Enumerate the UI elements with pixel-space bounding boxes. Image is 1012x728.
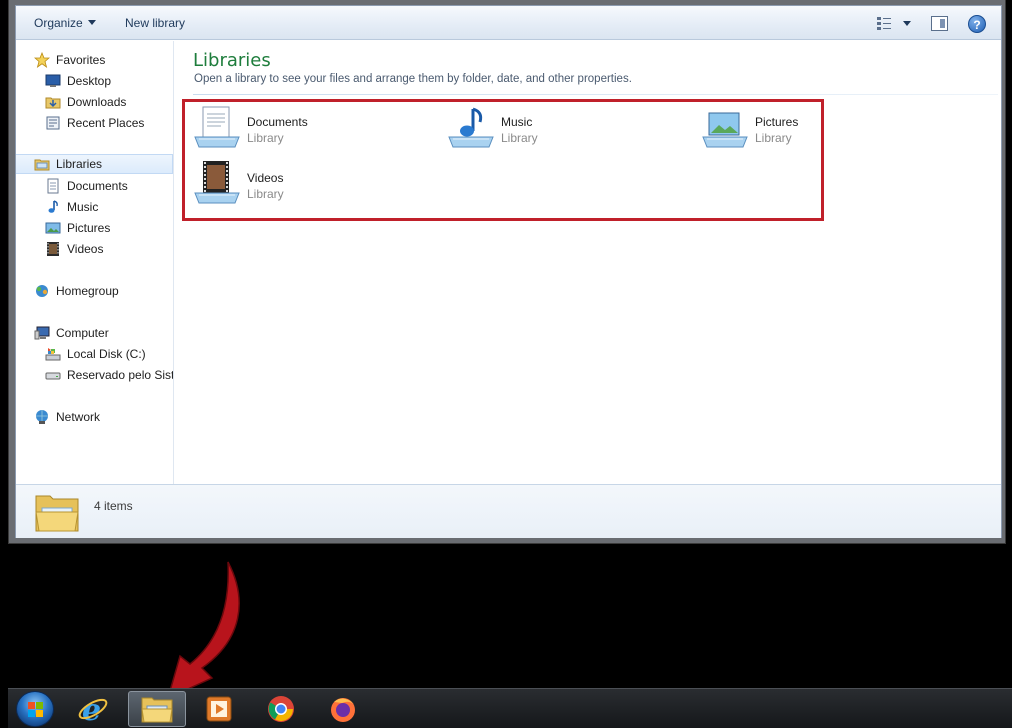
page-title: Libraries [193, 50, 271, 71]
chrome-icon[interactable] [252, 691, 310, 727]
downloads-folder-icon [45, 94, 61, 110]
content-pane: Libraries Open a library to see your fil… [175, 41, 1001, 484]
desktop-icon [45, 73, 61, 89]
new-library-button[interactable]: New library [125, 16, 185, 30]
nav-libraries[interactable]: Libraries [16, 154, 173, 174]
pictures-icon [45, 220, 61, 236]
media-player-icon[interactable] [190, 691, 248, 727]
nav-pictures[interactable]: Pictures [45, 218, 110, 238]
nav-label: Computer [56, 326, 109, 340]
nav-label: Documents [67, 179, 128, 193]
nav-local-disk[interactable]: Local Disk (C:) [45, 344, 146, 364]
nav-documents[interactable]: Documents [45, 176, 128, 196]
chevron-down-icon [87, 20, 96, 25]
nav-downloads[interactable]: Downloads [45, 92, 126, 112]
windows-explorer-icon[interactable] [128, 691, 186, 727]
libraries-folder-icon [34, 490, 80, 534]
help-button[interactable]: ? [968, 15, 986, 33]
network-icon [34, 409, 50, 425]
local-disk-icon [45, 346, 61, 362]
chevron-down-icon [903, 21, 911, 26]
nav-label: Recent Places [67, 116, 145, 130]
nav-computer[interactable]: Computer [34, 323, 109, 343]
nav-label: Downloads [67, 95, 127, 109]
nav-label: Homegroup [56, 284, 119, 298]
organize-label: Organize [34, 16, 83, 30]
divider [193, 94, 998, 95]
start-orb-icon[interactable] [16, 691, 54, 727]
recent-places-icon [45, 115, 61, 131]
navigation-pane: Favorites Desktop Downloads Recent Place… [16, 41, 174, 484]
nav-label: Favorites [56, 53, 106, 67]
documents-icon [45, 178, 61, 194]
nav-label: Videos [67, 242, 104, 256]
nav-label: Local Disk (C:) [67, 347, 146, 361]
nav-favorites[interactable]: Favorites [33, 50, 106, 70]
details-pane: 4 items [16, 484, 1001, 538]
change-view-button[interactable] [877, 16, 911, 32]
command-bar: Organize New library ? [16, 6, 1001, 40]
highlight-box-annotation [182, 99, 824, 221]
nav-music[interactable]: Music [45, 197, 98, 217]
explorer-client-area: Organize New library ? Favorites Desktop… [15, 5, 1002, 538]
nav-label: Libraries [56, 157, 103, 171]
svg-text:e: e [82, 693, 101, 725]
nav-videos[interactable]: Videos [45, 239, 103, 259]
nav-homegroup[interactable]: Homegroup [34, 281, 119, 301]
nav-label: Desktop [67, 74, 112, 88]
firefox-icon[interactable] [314, 691, 372, 727]
drive-icon [45, 367, 61, 383]
nav-reserved-drive[interactable]: Reservado pelo Siste [45, 365, 174, 385]
preview-pane-button[interactable] [931, 16, 948, 31]
organize-button[interactable]: Organize [34, 16, 96, 30]
videos-icon [45, 241, 61, 257]
view-options-icon [877, 17, 891, 30]
item-count: 4 items [94, 499, 133, 513]
star-icon [33, 51, 51, 68]
nav-label: Network [56, 410, 101, 424]
nav-network[interactable]: Network [34, 407, 100, 427]
nav-recent-places[interactable]: Recent Places [45, 113, 144, 133]
computer-icon [34, 325, 50, 341]
internet-explorer-icon[interactable]: e [64, 691, 122, 727]
nav-desktop[interactable]: Desktop [45, 71, 111, 91]
nav-label: Pictures [67, 221, 111, 235]
homegroup-icon [34, 283, 50, 299]
taskbar: e [8, 688, 1012, 728]
nav-label: Reservado pelo Siste [67, 368, 174, 382]
nav-label: Music [67, 200, 99, 214]
music-icon [45, 199, 61, 215]
page-subtitle: Open a library to see your files and arr… [194, 73, 632, 85]
libraries-icon [34, 156, 50, 172]
